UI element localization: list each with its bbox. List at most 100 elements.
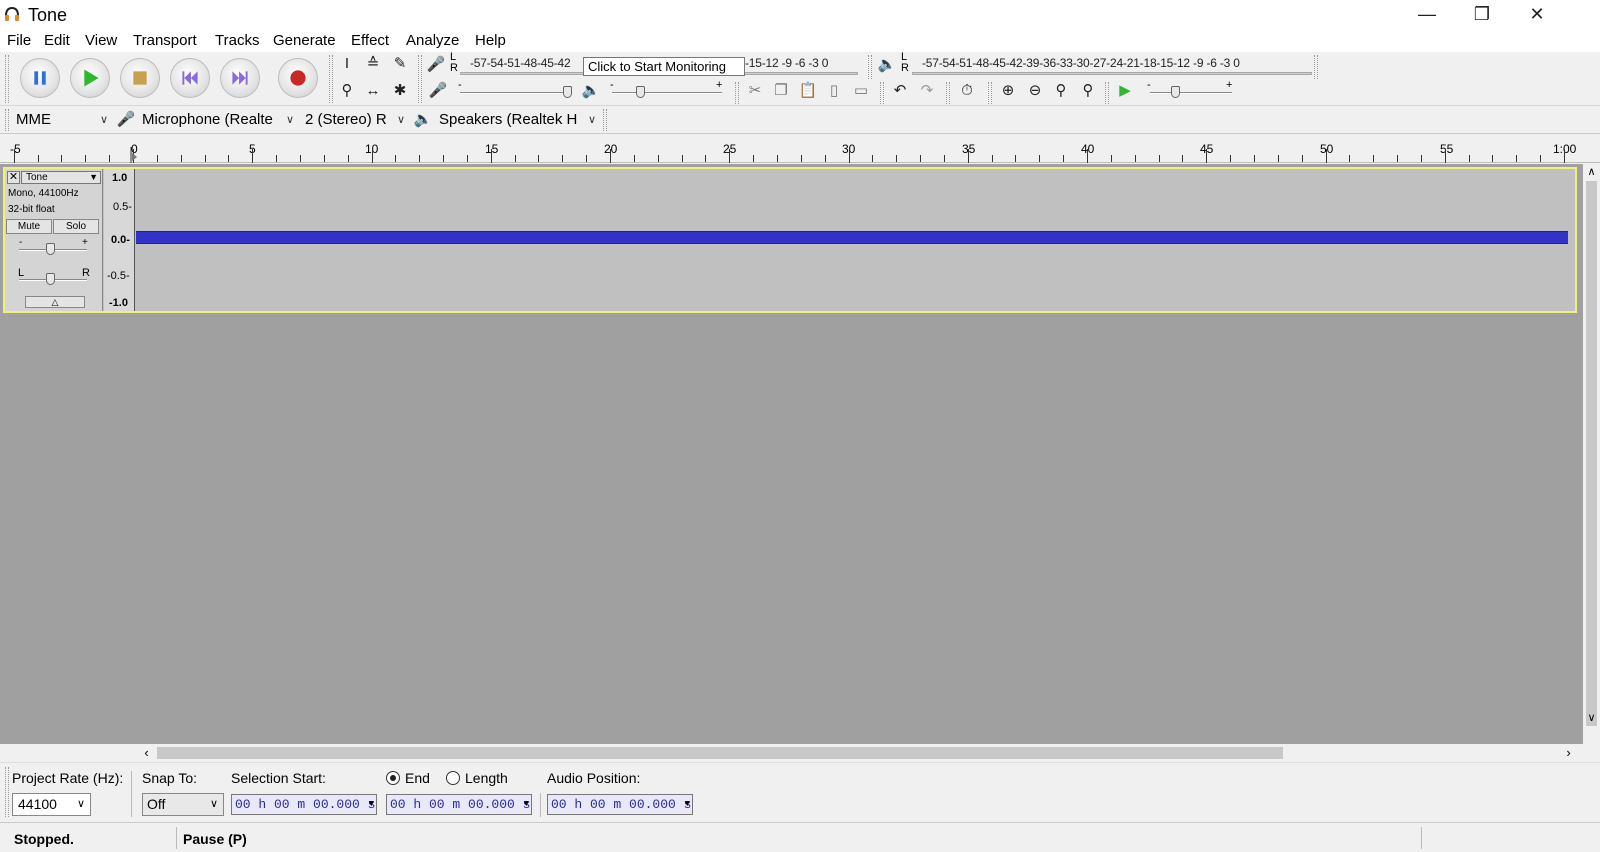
pause-button[interactable]	[20, 58, 60, 98]
toolbar-grip[interactable]	[946, 82, 950, 104]
ruler-tick	[634, 155, 635, 162]
vertical-scroll-thumb[interactable]	[1586, 181, 1597, 726]
microphone-volume-icon: 🎤	[428, 82, 448, 99]
menu-view[interactable]: View	[85, 32, 117, 49]
toolbar-grip[interactable]	[880, 82, 884, 104]
collapse-track-button[interactable]: △	[25, 296, 85, 308]
microphone-meter-icon[interactable]: 🎤	[425, 54, 447, 76]
maximize-button[interactable]: ❐	[1459, 0, 1505, 30]
track-name-menu[interactable]: Tone ▼	[21, 171, 101, 184]
draw-tool-icon[interactable]: ✎	[389, 53, 411, 75]
toolbar-grip[interactable]	[603, 109, 607, 131]
menu-effect[interactable]: Effect	[351, 32, 389, 49]
playback-volume-slider[interactable]	[612, 92, 722, 94]
paste-icon[interactable]: 📋	[797, 80, 819, 102]
skip-to-start-button[interactable]	[170, 58, 210, 98]
fit-project-icon[interactable]: ⚲	[1077, 80, 1099, 102]
vertical-amplitude-scale[interactable]: 1.0 0.5- 0.0- -0.5- -1.0	[104, 169, 135, 311]
snap-to-select[interactable]: Off ∨	[142, 793, 224, 816]
end-label: End	[405, 770, 430, 786]
audio-position-time[interactable]: 00 h 00 m 00.000 s ▼	[547, 794, 693, 815]
toolbar-grip[interactable]	[5, 767, 9, 817]
playhead-marker-icon[interactable]	[130, 147, 138, 163]
menu-file[interactable]: File	[7, 32, 31, 49]
vertical-scrollbar[interactable]: ∧ ∨	[1583, 164, 1600, 744]
selection-end-time[interactable]: 00 h 00 m 00.000 s ▼	[386, 794, 532, 815]
length-radio[interactable]	[446, 771, 460, 785]
scroll-left-icon[interactable]: ‹	[138, 744, 155, 762]
project-rate-select[interactable]: 44100 ∨	[12, 793, 91, 816]
zoom-tool-icon[interactable]: ⚲	[336, 80, 358, 102]
silence-icon[interactable]: ▭	[850, 80, 872, 102]
redo-icon[interactable]: ↷	[916, 80, 938, 102]
pan-thumb[interactable]	[46, 273, 55, 285]
selection-start-time[interactable]: 00 h 00 m 00.000 s ▼	[231, 794, 377, 815]
recording-volume-slider[interactable]	[460, 92, 572, 94]
horizontal-scrollbar[interactable]: ‹ ›	[0, 744, 1583, 762]
audio-host-select[interactable]: MME ∨	[12, 109, 112, 131]
audio-track[interactable]: ✕ Tone ▼ Mono, 44100Hz 32-bit float Mute…	[3, 167, 1577, 313]
zoom-out-icon[interactable]: ⊖	[1024, 80, 1046, 102]
recording-device-select[interactable]: Microphone (Realte ∨	[138, 109, 298, 131]
ruler-tick	[14, 149, 15, 163]
toolbar-grip[interactable]	[329, 55, 333, 103]
selection-tool-icon[interactable]: I	[336, 53, 358, 75]
play-speed-slider[interactable]	[1150, 92, 1232, 94]
scroll-up-icon[interactable]: ∧	[1583, 164, 1600, 181]
menu-help[interactable]: Help	[475, 32, 506, 49]
toolbar-grip[interactable]	[418, 55, 422, 103]
toolbar-grip[interactable]	[5, 55, 9, 103]
skip-to-end-button[interactable]	[220, 58, 260, 98]
track-area[interactable]: ✕ Tone ▼ Mono, 44100Hz 32-bit float Mute…	[0, 164, 1583, 744]
menu-generate[interactable]: Generate	[273, 32, 336, 49]
zoom-in-icon[interactable]: ⊕	[997, 80, 1019, 102]
scroll-right-icon[interactable]: ›	[1560, 744, 1577, 762]
copy-icon[interactable]: ❐	[770, 80, 792, 102]
recording-channels-select[interactable]: 2 (Stereo) R ∨	[301, 109, 409, 131]
menu-transport[interactable]: Transport	[133, 32, 197, 49]
toolbar-grip[interactable]	[868, 55, 872, 79]
toolbar-grip[interactable]	[1105, 82, 1109, 104]
menu-tracks[interactable]: Tracks	[215, 32, 259, 49]
timer-icon[interactable]: ⏱	[956, 80, 978, 102]
chevron-down-icon: ∨	[99, 114, 108, 126]
playback-meter-bar[interactable]	[912, 72, 1312, 75]
speed-slider-min: -	[1147, 79, 1151, 91]
fit-selection-icon[interactable]: ⚲	[1050, 80, 1072, 102]
solo-button[interactable]: Solo	[53, 219, 99, 234]
ruler-tick	[1540, 155, 1541, 162]
play-at-speed-icon[interactable]: ▶	[1114, 80, 1136, 102]
record-button[interactable]	[278, 58, 318, 98]
gain-thumb[interactable]	[46, 243, 55, 255]
close-button[interactable]: ✕	[1514, 0, 1560, 30]
toolbar-grip[interactable]	[1314, 55, 1318, 79]
waveform	[136, 231, 1568, 244]
recording-volume-thumb[interactable]	[563, 86, 572, 98]
envelope-tool-icon[interactable]: ≙	[362, 53, 384, 75]
playback-device-select[interactable]: Speakers (Realtek H ∨	[435, 109, 600, 131]
toolbar-grip[interactable]	[5, 109, 9, 131]
undo-icon[interactable]: ↶	[889, 80, 911, 102]
ruler-tick	[1564, 149, 1565, 163]
time-shift-tool-icon[interactable]: ↔	[362, 80, 384, 102]
menu-edit[interactable]: Edit	[44, 32, 70, 49]
trim-icon[interactable]: ▯	[823, 80, 845, 102]
toolbar-grip[interactable]	[988, 82, 992, 104]
play-speed-thumb[interactable]	[1171, 86, 1180, 98]
speaker-meter-icon[interactable]: 🔈	[876, 54, 898, 76]
close-track-button[interactable]: ✕	[7, 171, 20, 184]
cut-icon[interactable]: ✂	[744, 80, 766, 102]
horizontal-scroll-thumb[interactable]	[157, 747, 1283, 759]
menu-analyze[interactable]: Analyze	[406, 32, 459, 49]
minimize-button[interactable]: —	[1404, 0, 1450, 30]
multi-tool-icon[interactable]: ✱	[389, 80, 411, 102]
playback-volume-thumb[interactable]	[636, 86, 645, 98]
play-button[interactable]	[70, 58, 110, 98]
waveform-display[interactable]	[136, 169, 1568, 311]
end-radio[interactable]	[386, 771, 400, 785]
stop-button[interactable]	[120, 58, 160, 98]
timeline-ruler[interactable]: -5 0 5 10 15 20 25 30 35 40 45 50 55 1:0…	[0, 135, 1600, 163]
mute-button[interactable]: Mute	[6, 219, 52, 234]
scroll-down-icon[interactable]: ∨	[1583, 710, 1600, 727]
toolbar-grip[interactable]	[735, 82, 739, 104]
